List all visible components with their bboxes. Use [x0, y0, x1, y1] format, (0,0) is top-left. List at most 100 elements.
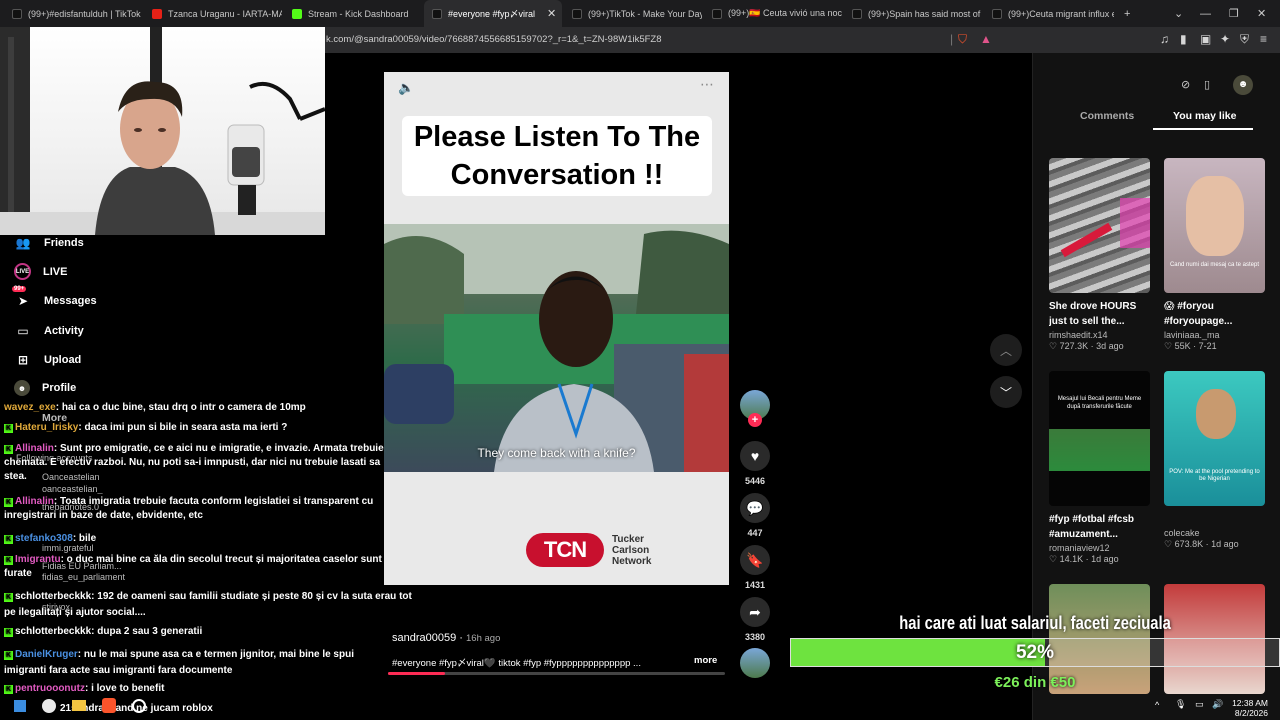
- right-panel-tabs: Comments You may like: [1048, 108, 1270, 130]
- volume-icon[interactable]: 🔈: [398, 80, 414, 96]
- sidebar-item-upload[interactable]: ⊞ Upload: [14, 351, 81, 369]
- obs-icon[interactable]: [132, 699, 146, 713]
- save-button[interactable]: 🔖 1431: [740, 545, 770, 590]
- more-options-icon[interactable]: ⋯: [700, 76, 714, 93]
- messages-icon: ➤ 99+: [12, 286, 29, 308]
- card-title: [1164, 512, 1265, 527]
- browser-tab[interactable]: Stream - Kick Dashboard: [284, 0, 422, 27]
- user-avatar[interactable]: ☻: [1233, 75, 1253, 95]
- vpn-icon[interactable]: ⛨: [1240, 32, 1249, 47]
- thumb-caption: Cand numi dai mesaj ca te astept: [1169, 262, 1260, 268]
- close-tab-icon[interactable]: ✕: [547, 7, 556, 20]
- compass-icon[interactable]: ⊘: [1181, 78, 1197, 94]
- close-window-icon[interactable]: ✕: [1257, 0, 1266, 27]
- tiktok-icon: [432, 8, 442, 19]
- sidebar-item-profile[interactable]: ☻ Profile: [14, 380, 76, 396]
- ai-icon[interactable]: ✦: [1220, 32, 1230, 46]
- video-thumbnail: Cand numi dai mesaj ca te astept: [1164, 158, 1265, 293]
- url-field[interactable]: k.com/@sandra00059/video/766887455668515…: [326, 34, 662, 45]
- windows-start-icon[interactable]: [14, 700, 26, 712]
- previous-video-button[interactable]: ︿: [990, 334, 1022, 366]
- tcn-logo: TCN Tucker Carlson Network: [526, 533, 651, 567]
- thumb-overlay: [1120, 198, 1150, 248]
- sidebar-item-friends[interactable]: 👥 Friends: [14, 234, 84, 252]
- arrow-graphic: [1060, 222, 1113, 258]
- network-icon[interactable]: ▭: [1195, 699, 1204, 710]
- sidebar-item-messages[interactable]: ➤ 99+ Messages: [12, 286, 97, 310]
- card-title: She drove HOURS just to sell the...: [1049, 301, 1137, 327]
- browser-tab[interactable]: (99+)TikTok - Make Your Day: [564, 0, 702, 27]
- browser-tab[interactable]: (99+)#edisfantulduh | TikTok: [4, 0, 142, 27]
- music-disc[interactable]: [740, 648, 770, 683]
- author-avatar[interactable]: +: [740, 390, 770, 427]
- folder-icon[interactable]: [72, 700, 86, 711]
- donation-percent: 52%: [1015, 642, 1055, 663]
- music-icon[interactable]: ♫: [1160, 32, 1169, 46]
- share-icon: ➦: [740, 597, 770, 627]
- chrome-icon[interactable]: [42, 699, 56, 713]
- video-player[interactable]: 🔈 ⋯ Please Listen To The Conversation !!…: [384, 72, 729, 585]
- like-button[interactable]: ♥ 5446: [740, 441, 770, 486]
- card-title: 😱 #foryou #foryoupage...: [1164, 301, 1233, 327]
- microphone-icon[interactable]: 🎙: [1175, 699, 1186, 710]
- browser-tab[interactable]: Tzanca Uraganu - IARTA-MA M: [144, 0, 282, 27]
- chat-message: K Allinalin: Sunt pro emigratie, ce e aic…: [4, 443, 384, 482]
- menu-icon[interactable]: ≡: [1260, 32, 1267, 46]
- youtube-icon: [152, 8, 162, 19]
- suggested-video-card[interactable]: Cand numi dai mesaj ca te astept 😱 #fory…: [1164, 158, 1265, 352]
- tiktok-icon: [992, 8, 1002, 19]
- browser-tab[interactable]: (99+)🇪🇸 Ceuta vivió una noch: [704, 0, 842, 27]
- new-tab-button[interactable]: +: [1124, 0, 1130, 27]
- kick-badge-icon: K: [4, 556, 13, 565]
- wallet-icon[interactable]: ▣: [1200, 32, 1211, 46]
- video-progress-bar[interactable]: [388, 672, 725, 675]
- sidebar-item-activity[interactable]: ▭ Activity: [14, 322, 83, 340]
- video-progress-fill: [388, 672, 446, 675]
- browser-tab-active[interactable]: #everyone #fyp〆viral ✕: [424, 0, 562, 27]
- tray-chevron-icon[interactable]: ^: [1155, 700, 1159, 710]
- kick-badge-icon: K: [4, 424, 13, 433]
- card-stats: ♡ 673.8K · 1d ago: [1164, 539, 1239, 549]
- maximize-icon[interactable]: ❐: [1229, 0, 1239, 27]
- video-thumbnail: Mesajul lui Becali pentru Meme după tran…: [1049, 371, 1150, 506]
- kick-badge-icon: K: [4, 685, 13, 694]
- follow-plus-icon[interactable]: +: [748, 413, 762, 427]
- profile-icon: ☻: [14, 380, 30, 396]
- sidebar-item-live[interactable]: LIVE LIVE: [14, 263, 67, 280]
- suggested-video-card[interactable]: POV: Me at the pool pretending to be Nig…: [1164, 371, 1265, 550]
- brave-shield-icon[interactable]: ⛉: [958, 32, 967, 47]
- tiktok-icon: [852, 8, 862, 19]
- chat-message: K Allinalin: Toata imigratia trebuie facu…: [4, 496, 374, 521]
- card-stats: ♡ 14.1K · 1d ago: [1049, 554, 1119, 564]
- tab-list-icon[interactable]: ⌄: [1174, 0, 1183, 27]
- browser-tab[interactable]: (99+)Ceuta migrant influx ea: [984, 0, 1114, 27]
- donation-goal-message: hai care ati luat salariul, faceti zeciu…: [899, 613, 1171, 633]
- video-subtitle: They come back with a knife?: [477, 446, 636, 460]
- comment-button[interactable]: 💬 447: [740, 493, 770, 538]
- video-thumbnail: POV: Me at the pool pretending to be Nig…: [1164, 371, 1265, 506]
- chat-message: Kschlotterbeckkk: 192 de oameni sau fami…: [4, 591, 412, 618]
- chat-message: Kschlotterbeckkk: dupa 2 sau 3 generatii: [4, 626, 203, 637]
- tiktok-icon: [12, 8, 22, 19]
- browser-tab[interactable]: (99+)Spain has said most of th: [844, 0, 982, 27]
- webcam-image: [0, 27, 325, 235]
- share-button[interactable]: ➦ 3380: [740, 597, 770, 642]
- taskbar: [0, 694, 1280, 720]
- suggested-video-card[interactable]: She drove HOURS just to sell the... rims…: [1049, 158, 1150, 352]
- suggested-video-card[interactable]: Mesajul lui Becali pentru Meme după tran…: [1049, 371, 1150, 565]
- video-author[interactable]: sandra00059 · 16h ago: [392, 632, 500, 644]
- tab-you-may-like[interactable]: You may like: [1173, 110, 1236, 122]
- sidebar-toggle-icon[interactable]: ▮: [1180, 32, 1187, 46]
- device-icon[interactable]: ▯: [1204, 78, 1220, 94]
- more-button[interactable]: more: [694, 655, 717, 666]
- next-video-button[interactable]: ﹀: [990, 376, 1022, 408]
- chat-message: K DanielKruger: nu le mai spune asa ca e …: [4, 649, 354, 676]
- card-author: rimshaedit.x14: [1049, 330, 1108, 340]
- card-author: romaniaview12: [1049, 543, 1110, 553]
- minimize-icon[interactable]: —: [1200, 0, 1211, 27]
- brave-icon[interactable]: [102, 698, 116, 713]
- tab-comments[interactable]: Comments: [1080, 110, 1134, 122]
- volume-tray-icon[interactable]: 🔊: [1212, 699, 1223, 710]
- rewards-icon[interactable]: ▲: [980, 32, 992, 46]
- clock[interactable]: 12:38 AM 8/2/2026: [1226, 698, 1268, 718]
